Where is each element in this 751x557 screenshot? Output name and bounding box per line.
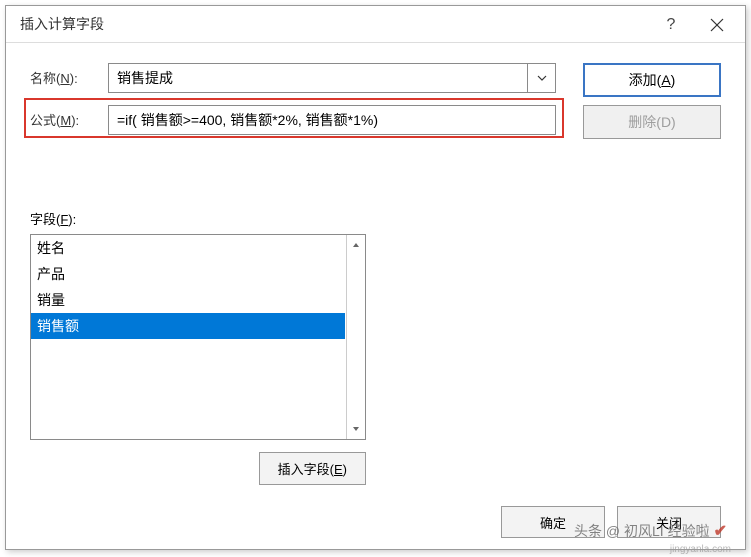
delete-button[interactable]: 删除(D)	[583, 105, 721, 139]
scroll-down-button[interactable]	[347, 419, 365, 439]
add-button[interactable]: 添加(A)	[583, 63, 721, 97]
close-footer-button[interactable]: 关闭	[617, 506, 721, 538]
formula-label: 公式(M):	[30, 110, 108, 129]
name-label: 名称(N):	[30, 68, 108, 87]
formula-input-wrap	[108, 105, 556, 135]
insert-field-button[interactable]: 插入字段(E)	[259, 452, 366, 485]
list-item[interactable]: 产品	[31, 261, 345, 287]
ok-button[interactable]: 确定	[501, 506, 605, 538]
dialog-footer: 确定 关闭	[6, 495, 745, 549]
listbox-scrollbar[interactable]	[346, 235, 365, 439]
scroll-up-button[interactable]	[347, 235, 365, 255]
close-icon	[710, 18, 724, 32]
name-combobox[interactable]	[108, 63, 556, 93]
name-input[interactable]	[108, 63, 556, 93]
insert-calculated-field-dialog: 插入计算字段 ? 名称(N): 公式(M): 添加(A) 删除(D) 字段	[5, 5, 746, 550]
insert-field-row: 插入字段(E)	[30, 452, 366, 485]
dialog-content: 名称(N): 公式(M): 添加(A) 删除(D) 字段(F): 姓名 产品 销	[6, 43, 745, 495]
dialog-title: 插入计算字段	[20, 14, 104, 34]
list-item[interactable]: 销售额	[31, 313, 345, 339]
list-item[interactable]: 销量	[31, 287, 345, 313]
fields-label: 字段(F):	[30, 209, 721, 228]
chevron-up-icon	[352, 242, 360, 248]
close-button[interactable]	[695, 6, 739, 44]
help-button[interactable]: ?	[651, 6, 691, 44]
formula-input[interactable]	[108, 105, 556, 135]
name-dropdown-button[interactable]	[527, 64, 555, 92]
fields-listbox[interactable]: 姓名 产品 销量 销售额	[30, 234, 366, 440]
chevron-down-icon	[537, 75, 547, 81]
chevron-down-icon	[352, 426, 360, 432]
fields-items: 姓名 产品 销量 销售额	[31, 235, 345, 439]
titlebar: 插入计算字段 ?	[6, 6, 745, 43]
list-item[interactable]: 姓名	[31, 235, 345, 261]
